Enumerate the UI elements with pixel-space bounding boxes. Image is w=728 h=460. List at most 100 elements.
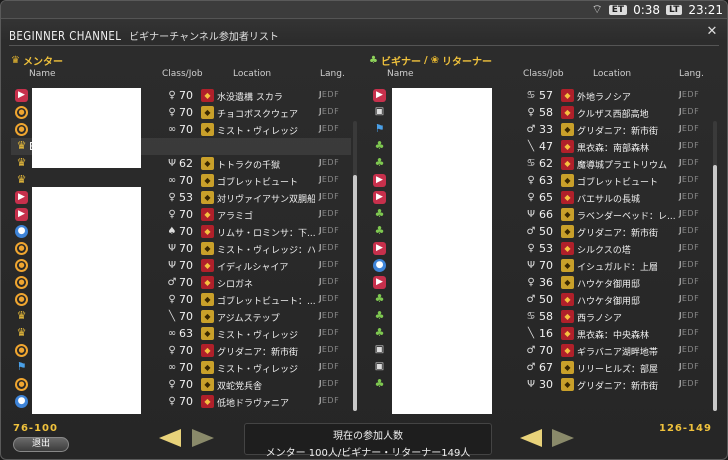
count-title: 現在の参加人数 [333,431,403,442]
column-location[interactable]: Location [233,69,271,79]
beginner-prev-page-arrow-icon[interactable] [520,429,542,447]
location: 黒衣森：南部森林 [577,144,650,154]
level: 53 [179,191,193,204]
column-class[interactable]: Class/Job [162,69,203,79]
column-name[interactable]: Name [29,69,56,79]
level: 66 [539,208,553,221]
column-lang[interactable]: Lang. [320,69,345,79]
job-icon: ♀ [168,192,176,203]
flag-icon: ⚑ [16,360,27,373]
wifi-icon: ⌔ [591,2,603,16]
mentor-crown-icon: ♛ [16,173,27,186]
level: 65 [539,191,553,204]
location-crest-icon: ◆ [561,225,574,238]
beginner-scrollbar[interactable] [713,121,717,411]
language-flags: JEDF [319,192,340,201]
level: 62 [539,157,553,170]
status-orange-icon: ● [15,259,28,272]
sprout-icon: ♣ [374,156,385,169]
language-flags: JEDF [319,260,340,269]
mentor-scrollbar[interactable] [353,121,357,411]
level: 70 [179,378,193,391]
status-red-icon: ▶ [15,89,28,102]
level: 63 [179,327,193,340]
sprout-icon: ♣ [374,326,385,339]
job-icon: ♀ [168,345,176,356]
close-button[interactable]: ✕ [705,25,719,39]
job-icon: ♋ [526,90,536,101]
level: 16 [539,327,553,340]
level: 70 [179,259,193,272]
location: アラミゴ [217,212,254,222]
participant-count-box: 現在の参加人数 メンター 100人/ビギナー・リターナー149人 [244,423,492,459]
job-icon: ♀ [527,277,535,288]
beginner-next-page-arrow-icon[interactable] [552,429,574,447]
location-crest-icon: ◆ [561,174,574,187]
location-crest-icon: ◆ [201,208,214,221]
location-crest-icon: ◆ [561,361,574,374]
location: イディルシャイア [217,263,289,273]
job-icon: ♂ [526,226,536,237]
location: 外地ラノシア [577,93,631,103]
title-row: BEGINNER CHANNEL ビギナーチャンネル参加者リスト [9,28,279,43]
language-flags: JEDF [319,243,340,252]
job-icon: ∞ [167,124,177,135]
level: 67 [539,361,553,374]
mentor-prev-page-arrow-icon[interactable] [159,429,181,447]
location: ラベンダーベッド：レ... [577,212,676,222]
location: 黒衣森：中央森林 [577,331,650,341]
job-icon: ╲ [527,328,535,339]
language-flags: JEDF [319,328,340,337]
location-crest-icon: ◆ [561,242,574,255]
mentor-scroll-thumb[interactable] [353,175,357,411]
et-label: ET [608,4,628,15]
location-crest-icon: ◆ [561,293,574,306]
level: 70 [179,106,193,119]
language-flags: JEDF [319,226,340,235]
sprout-icon: ♣ [374,292,385,305]
column-location[interactable]: Location [593,69,631,79]
location: 対リヴァイアサン双胴船 [217,195,315,205]
language-flags: JEDF [679,141,700,150]
location-crest-icon: ◆ [561,259,574,272]
language-flags: JEDF [679,362,700,371]
level: 36 [539,276,553,289]
column-lang[interactable]: Lang. [679,69,704,79]
job-icon: Ψ [168,243,176,254]
leave-button[interactable]: 退出 [13,437,69,452]
language-flags: JEDF [679,209,700,218]
beginner-scroll-thumb[interactable] [713,165,717,411]
gamepad-icon: ▣ [374,344,385,355]
location-crest-icon: ◆ [201,310,214,323]
local-time: 23:21 [688,2,723,17]
level: 58 [539,106,553,119]
location: ゴブレットビュート [217,178,299,188]
sprout-icon: ♣ [374,207,385,220]
sprout-icon: ♣ [374,224,385,237]
level: 70 [539,344,553,357]
mentor-next-page-arrow-icon[interactable] [192,429,214,447]
column-name[interactable]: Name [387,69,414,79]
level: 70 [179,395,193,408]
level: 30 [539,378,553,391]
job-icon: ♀ [168,107,176,118]
job-icon: ♀ [527,107,535,118]
location: アジムステップ [217,314,280,324]
location: トトラクの千獄 [217,161,281,171]
location-crest-icon: ◆ [561,106,574,119]
job-icon: ♀ [168,90,176,101]
column-class[interactable]: Class/Job [523,69,564,79]
status-blue-icon: ● [15,395,28,408]
location: ハウケタ御用邸 [577,297,641,307]
location: ギラバニア湖畔地帯 [577,348,658,358]
location-crest-icon: ◆ [201,259,214,272]
language-flags: JEDF [319,345,340,354]
language-flags: JEDF [319,362,340,371]
status-red-icon: ▶ [373,276,386,289]
language-flags: JEDF [319,124,340,133]
language-flags: JEDF [679,107,700,116]
language-flags: JEDF [679,124,700,133]
location-crest-icon: ◆ [201,276,214,289]
level: 70 [179,293,193,306]
redacted-names-bottom [32,187,141,414]
